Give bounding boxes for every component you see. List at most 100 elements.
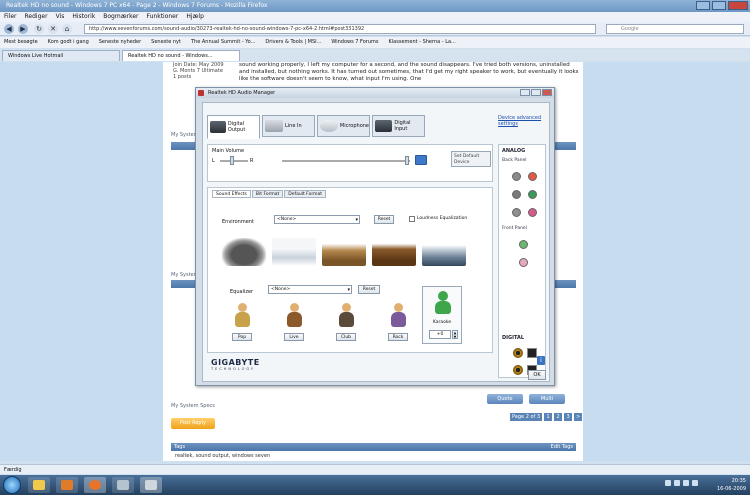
speaker-mute-icon[interactable] — [415, 155, 427, 165]
environment-opera-house-icon[interactable] — [422, 238, 466, 266]
environment-chest-icon[interactable] — [372, 238, 416, 266]
karaoke-stepper[interactable]: ▲ ▼ — [452, 330, 458, 339]
taskbar-app[interactable] — [112, 477, 134, 493]
loudness-equalization-checkbox[interactable] — [409, 216, 415, 222]
dialog-window-controls — [520, 89, 552, 96]
karaoke-value-input[interactable]: +0 — [429, 330, 451, 339]
spdif-out-icon[interactable] — [513, 348, 523, 358]
tab-microphone[interactable]: Microphone — [317, 115, 370, 137]
dialog-maximize-button[interactable] — [531, 89, 541, 96]
pop-figure-icon — [232, 303, 252, 329]
jack-back-2[interactable] — [528, 172, 537, 181]
tab-bit-format[interactable]: Bit Format — [251, 190, 284, 198]
edit-tags-link[interactable]: Edit Tags — [551, 443, 573, 451]
forward-icon[interactable]: ▶ — [18, 24, 28, 34]
menu-help[interactable]: Hjælp — [186, 12, 204, 22]
optical-out-icon[interactable] — [527, 348, 537, 358]
tab-realtek-thread[interactable]: Realtek HD no sound - Windows... — [122, 50, 240, 61]
info-icon[interactable]: i — [537, 356, 545, 365]
page-link[interactable]: 1 — [544, 413, 553, 421]
menu-view[interactable]: Vis — [56, 12, 65, 22]
preset-club-button[interactable]: Club — [336, 333, 356, 341]
tray-network-icon[interactable] — [674, 480, 680, 486]
taskbar-media[interactable] — [56, 477, 78, 493]
bookmark-item[interactable]: Klassement - Sherna - La... — [389, 37, 456, 48]
dialog-minimize-button[interactable] — [520, 89, 530, 96]
environment-select[interactable]: <None> ▾ — [274, 215, 360, 224]
digital-input-icon — [375, 120, 393, 132]
environment-colosseum-icon[interactable] — [322, 238, 366, 266]
jack-back-5[interactable] — [512, 208, 521, 217]
menu-bar: Filer Rediger Vis Historik Bogmærker Fun… — [0, 12, 750, 22]
environment-stone-icon[interactable] — [222, 238, 266, 266]
stop-icon[interactable]: ✕ — [48, 24, 58, 34]
ok-button[interactable]: OK — [528, 370, 546, 380]
menu-history[interactable]: Historik — [72, 12, 95, 22]
tab-digital-output[interactable]: Digital Output — [207, 115, 260, 139]
url-input[interactable]: http://www.sevenforums.com/sound-audio/3… — [84, 24, 596, 34]
tab-sound-effects[interactable]: Sound Effects — [212, 190, 251, 198]
jack-front-headphone[interactable] — [519, 240, 528, 249]
bookmark-item[interactable]: Mest besøgte — [4, 37, 38, 48]
jack-back-1[interactable] — [512, 172, 521, 181]
preset-live-button[interactable]: Live — [284, 333, 304, 341]
multi-quote-button[interactable]: Multi — [529, 394, 565, 404]
digital-output-icon — [210, 121, 226, 133]
tab-digital-input[interactable]: Digital Input — [372, 115, 425, 137]
spdif-in-icon[interactable] — [513, 365, 523, 375]
menu-bookmarks[interactable]: Bogmærker — [103, 12, 138, 22]
jack-back-4[interactable] — [528, 190, 537, 199]
reload-icon[interactable]: ↻ — [34, 24, 44, 34]
clock[interactable]: 20:35 16-06-2009 — [686, 477, 746, 493]
tray-flag-icon[interactable] — [665, 480, 671, 486]
close-button[interactable] — [728, 1, 748, 10]
bookmark-item[interactable]: The Annual Summit - Yo... — [191, 37, 255, 48]
start-button[interactable] — [3, 476, 21, 494]
post-reply-button[interactable]: Post Reply — [171, 418, 215, 429]
window-title: Realtek HD no sound - Windows 7 PC x64 -… — [6, 2, 268, 9]
equalizer-reset-button[interactable]: Reset — [358, 285, 380, 294]
environment-reset-button[interactable]: Reset — [374, 215, 394, 224]
bookmark-item[interactable]: Seneste nyheder — [99, 37, 141, 48]
search-input[interactable]: Google — [606, 24, 744, 34]
tags-list[interactable]: realtek, sound output, windows seven — [175, 453, 270, 459]
back-icon[interactable]: ◀ — [4, 24, 14, 34]
menu-file[interactable]: Filer — [4, 12, 17, 22]
minimize-button[interactable] — [696, 1, 710, 10]
dialog-close-button[interactable] — [542, 89, 552, 96]
environment-bathroom-icon[interactable] — [272, 238, 316, 266]
menu-tools[interactable]: Funktioner — [146, 12, 178, 22]
rock-figure-icon — [388, 303, 408, 329]
preset-pop-button[interactable]: Pop — [232, 333, 252, 341]
app-icon — [117, 480, 129, 490]
taskbar-realtek[interactable] — [140, 477, 162, 493]
preset-rock-button[interactable]: Rock — [388, 333, 408, 341]
taskbar-firefox[interactable] — [84, 477, 106, 493]
page-link[interactable]: 2 — [554, 413, 563, 421]
next-page-link[interactable]: > — [574, 413, 583, 421]
home-icon[interactable]: ⌂ — [62, 24, 72, 34]
bookmark-item[interactable]: Windows 7 Forums — [331, 37, 378, 48]
device-advanced-settings-link[interactable]: Device advanced settings — [498, 115, 546, 127]
tab-hotmail[interactable]: Windows Live Hotmail — [2, 50, 120, 61]
bookmark-item[interactable]: Seneste nyt — [151, 37, 181, 48]
page-link[interactable]: 3 — [564, 413, 573, 421]
bookmark-item[interactable]: Drivers & Tools | MSI... — [265, 37, 321, 48]
bookmarks-toolbar: Mest besøgte Kom godt i gang Seneste nyh… — [0, 37, 750, 48]
bookmark-item[interactable]: Kom godt i gang — [48, 37, 89, 48]
set-default-device-button[interactable]: Set Default Device — [451, 151, 491, 167]
tab-line-in[interactable]: Line In — [262, 115, 315, 137]
menu-edit[interactable]: Rediger — [25, 12, 48, 22]
tab-default-format[interactable]: Default Format — [284, 190, 327, 198]
quote-button[interactable]: Quote — [487, 394, 523, 404]
maximize-button[interactable] — [712, 1, 726, 10]
balance-slider[interactable] — [230, 156, 234, 165]
equalizer-select[interactable]: <None> ▾ — [268, 285, 352, 294]
jack-back-6[interactable] — [528, 208, 537, 217]
line-in-icon — [265, 120, 283, 132]
jack-front-mic[interactable] — [519, 258, 528, 267]
jack-back-3[interactable] — [512, 190, 521, 199]
volume-slider[interactable] — [405, 156, 409, 165]
my-system-specs-link[interactable]: My System Specs — [171, 403, 215, 409]
taskbar-ie[interactable] — [28, 477, 50, 493]
